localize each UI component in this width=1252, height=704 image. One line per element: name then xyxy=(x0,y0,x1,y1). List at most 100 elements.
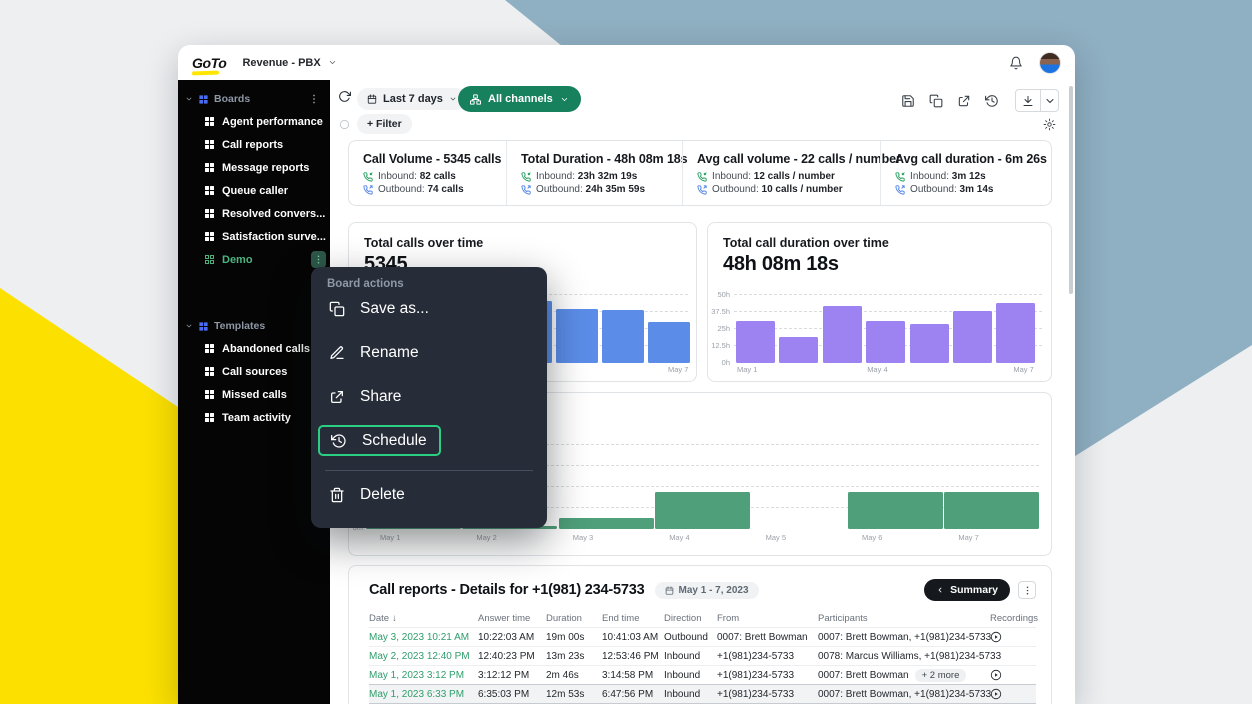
chevron-down-icon xyxy=(185,322,193,330)
table-row[interactable]: May 1, 2023 6:33 PM6:35:03 PM12m 53s6:47… xyxy=(369,684,1036,703)
scrollbar-thumb[interactable] xyxy=(1069,86,1073,294)
sidebar-item-resolved-convers[interactable]: Resolved convers... xyxy=(178,202,330,225)
sidebar-section-boards[interactable]: Boards xyxy=(178,88,330,110)
duplicate-icon[interactable] xyxy=(929,94,943,108)
menu-item-save-as[interactable]: Save as... xyxy=(311,293,429,325)
y-axis-label: 12.5h xyxy=(710,341,730,350)
menu-item-label: Share xyxy=(360,388,401,406)
date-range-label: Last 7 days xyxy=(383,93,443,105)
chart-title: Total calls over time xyxy=(364,236,696,250)
stat-outbound: Outbound: 74 calls xyxy=(363,184,506,195)
sidebar-item-label: Resolved convers... xyxy=(222,208,325,220)
sidebar-item-satisfaction-surve[interactable]: Satisfaction surve... xyxy=(178,225,330,248)
download-icon[interactable] xyxy=(1016,90,1040,111)
sidebar-item-label: Abandoned calls xyxy=(222,343,310,355)
save-icon[interactable] xyxy=(901,94,915,108)
refresh-icon[interactable] xyxy=(338,90,351,103)
sidebar-section-templates[interactable]: Templates xyxy=(178,315,330,337)
column-header-answer-time: Answer time xyxy=(478,613,546,624)
x-axis-label: May 6 xyxy=(862,533,882,542)
play-recording-icon[interactable] xyxy=(990,669,1002,681)
trash-icon xyxy=(329,487,345,503)
table-kebab-menu[interactable] xyxy=(1018,581,1036,599)
summary-button[interactable]: Summary xyxy=(924,579,1010,601)
table-row[interactable]: May 3, 2023 10:21 AM10:22:03 AM19m 00s10… xyxy=(369,627,1036,646)
cell-participants: 0078: Marcus Williams, +1(981)234-5733 xyxy=(818,651,990,662)
column-header-from: From xyxy=(717,613,818,624)
y-axis-label: 0h xyxy=(710,358,730,367)
table-row[interactable]: May 2, 2023 12:40 PM12:40:23 PM13m 23s12… xyxy=(369,646,1036,665)
table-body: May 3, 2023 10:21 AM10:22:03 AM19m 00s10… xyxy=(369,627,1036,703)
cell-date[interactable]: May 2, 2023 12:40 PM xyxy=(369,651,478,662)
sidebar-item-call-sources[interactable]: Call sources xyxy=(178,360,330,383)
column-header-duration: Duration xyxy=(546,613,602,624)
user-avatar[interactable] xyxy=(1039,52,1061,74)
sidebar-item-missed-calls[interactable]: Missed calls xyxy=(178,383,330,406)
sidebar-section-label: Templates xyxy=(214,320,265,332)
more-participants-pill[interactable]: + 2 more xyxy=(915,669,967,682)
board-grid-icon xyxy=(205,255,214,264)
sidebar-item-demo[interactable]: Demo xyxy=(178,248,330,271)
add-filter-button[interactable]: + Filter xyxy=(357,114,412,134)
history-icon[interactable] xyxy=(985,94,999,108)
cell-duration: 12m 53s xyxy=(546,689,602,700)
menu-item-schedule[interactable]: Schedule xyxy=(318,425,441,456)
sidebar-item-agent-performance[interactable]: Agent performance xyxy=(178,110,330,133)
cell-from: +1(981)234-5733 xyxy=(717,689,818,700)
stat-inbound: Inbound: 12 calls / number xyxy=(697,171,880,182)
column-header-date[interactable]: Date↓ xyxy=(369,613,478,624)
y-axis-label: 37.5h xyxy=(710,307,730,316)
sidebar-item-queue-caller[interactable]: Queue caller xyxy=(178,179,330,202)
table-row[interactable]: May 1, 2023 3:12 PM3:12:12 PM2m 46s3:14:… xyxy=(369,665,1036,684)
play-recording-icon[interactable] xyxy=(990,631,1002,643)
channels-filter[interactable]: All channels xyxy=(458,86,581,112)
cell-end-time: 6:47:56 PM xyxy=(602,689,664,700)
column-header-end-time: End time xyxy=(602,613,664,624)
board-item-kebab-button[interactable] xyxy=(311,251,326,268)
inbound-call-icon xyxy=(895,172,905,182)
cell-duration: 2m 46s xyxy=(546,670,602,681)
section-kebab-icon[interactable] xyxy=(308,93,320,105)
download-options-chevron[interactable] xyxy=(1040,90,1058,111)
cell-date[interactable]: May 1, 2023 3:12 PM xyxy=(369,670,478,681)
stat-inbound: Inbound: 3m 12s xyxy=(895,171,1051,182)
cell-end-time: 12:53:46 PM xyxy=(602,651,664,662)
notifications-bell-icon[interactable] xyxy=(1009,56,1023,70)
x-axis-label: May 7 xyxy=(958,533,978,542)
menu-item-delete[interactable]: Delete xyxy=(311,479,405,511)
workspace-label: Revenue - PBX xyxy=(242,57,320,69)
menu-item-share[interactable]: Share xyxy=(311,381,401,413)
board-grid-icon xyxy=(205,209,214,218)
menu-item-rename[interactable]: Rename xyxy=(311,337,419,369)
cell-participants: 0007: Brett Bowman, +1(981)234-5733 xyxy=(818,689,990,700)
x-axis-label: May 5 xyxy=(766,533,786,542)
sidebar-item-message-reports[interactable]: Message reports xyxy=(178,156,330,179)
stat-card-3: Avg call volume - 22 calls / numberInbou… xyxy=(682,141,880,205)
chevron-down-icon xyxy=(449,95,457,103)
pencil-icon xyxy=(329,345,345,361)
sidebar-item-team-activity[interactable]: Team activity xyxy=(178,406,330,429)
cell-direction: Inbound xyxy=(664,670,717,681)
date-range-filter[interactable]: Last 7 days xyxy=(357,88,467,110)
share-icon[interactable] xyxy=(957,94,971,108)
cell-date[interactable]: May 1, 2023 6:33 PM xyxy=(369,689,478,700)
cell-direction: Inbound xyxy=(664,651,717,662)
cell-date[interactable]: May 3, 2023 10:21 AM xyxy=(369,632,478,643)
cell-recordings xyxy=(990,631,1038,643)
y-axis-label: 50h xyxy=(710,290,730,299)
workspace-selector[interactable]: Revenue - PBX xyxy=(242,57,336,69)
play-recording-icon[interactable] xyxy=(990,688,1002,700)
calendar-icon xyxy=(367,94,377,104)
board-grid-icon xyxy=(205,367,214,376)
settings-gear-icon[interactable] xyxy=(1043,118,1056,131)
stat-card-2: Total Duration - 48h 08m 18sInbound: 23h… xyxy=(506,141,682,205)
call-duration-chart-card: Total call duration over time 48h 08m 18… xyxy=(707,222,1052,382)
sidebar-item-label: Missed calls xyxy=(222,389,287,401)
sort-descending-icon[interactable]: ↓ xyxy=(392,613,397,624)
sidebar-item-call-reports[interactable]: Call reports xyxy=(178,133,330,156)
sidebar-item-abandoned-calls[interactable]: Abandoned calls xyxy=(178,337,330,360)
sidebar-item-label: Call reports xyxy=(222,139,283,151)
call-reports-table-card: Call reports - Details for +1(981) 234-5… xyxy=(348,565,1052,704)
summary-stats-card: Call Volume - 5345 callsInbound: 82 call… xyxy=(348,140,1052,206)
cell-duration: 13m 23s xyxy=(546,651,602,662)
